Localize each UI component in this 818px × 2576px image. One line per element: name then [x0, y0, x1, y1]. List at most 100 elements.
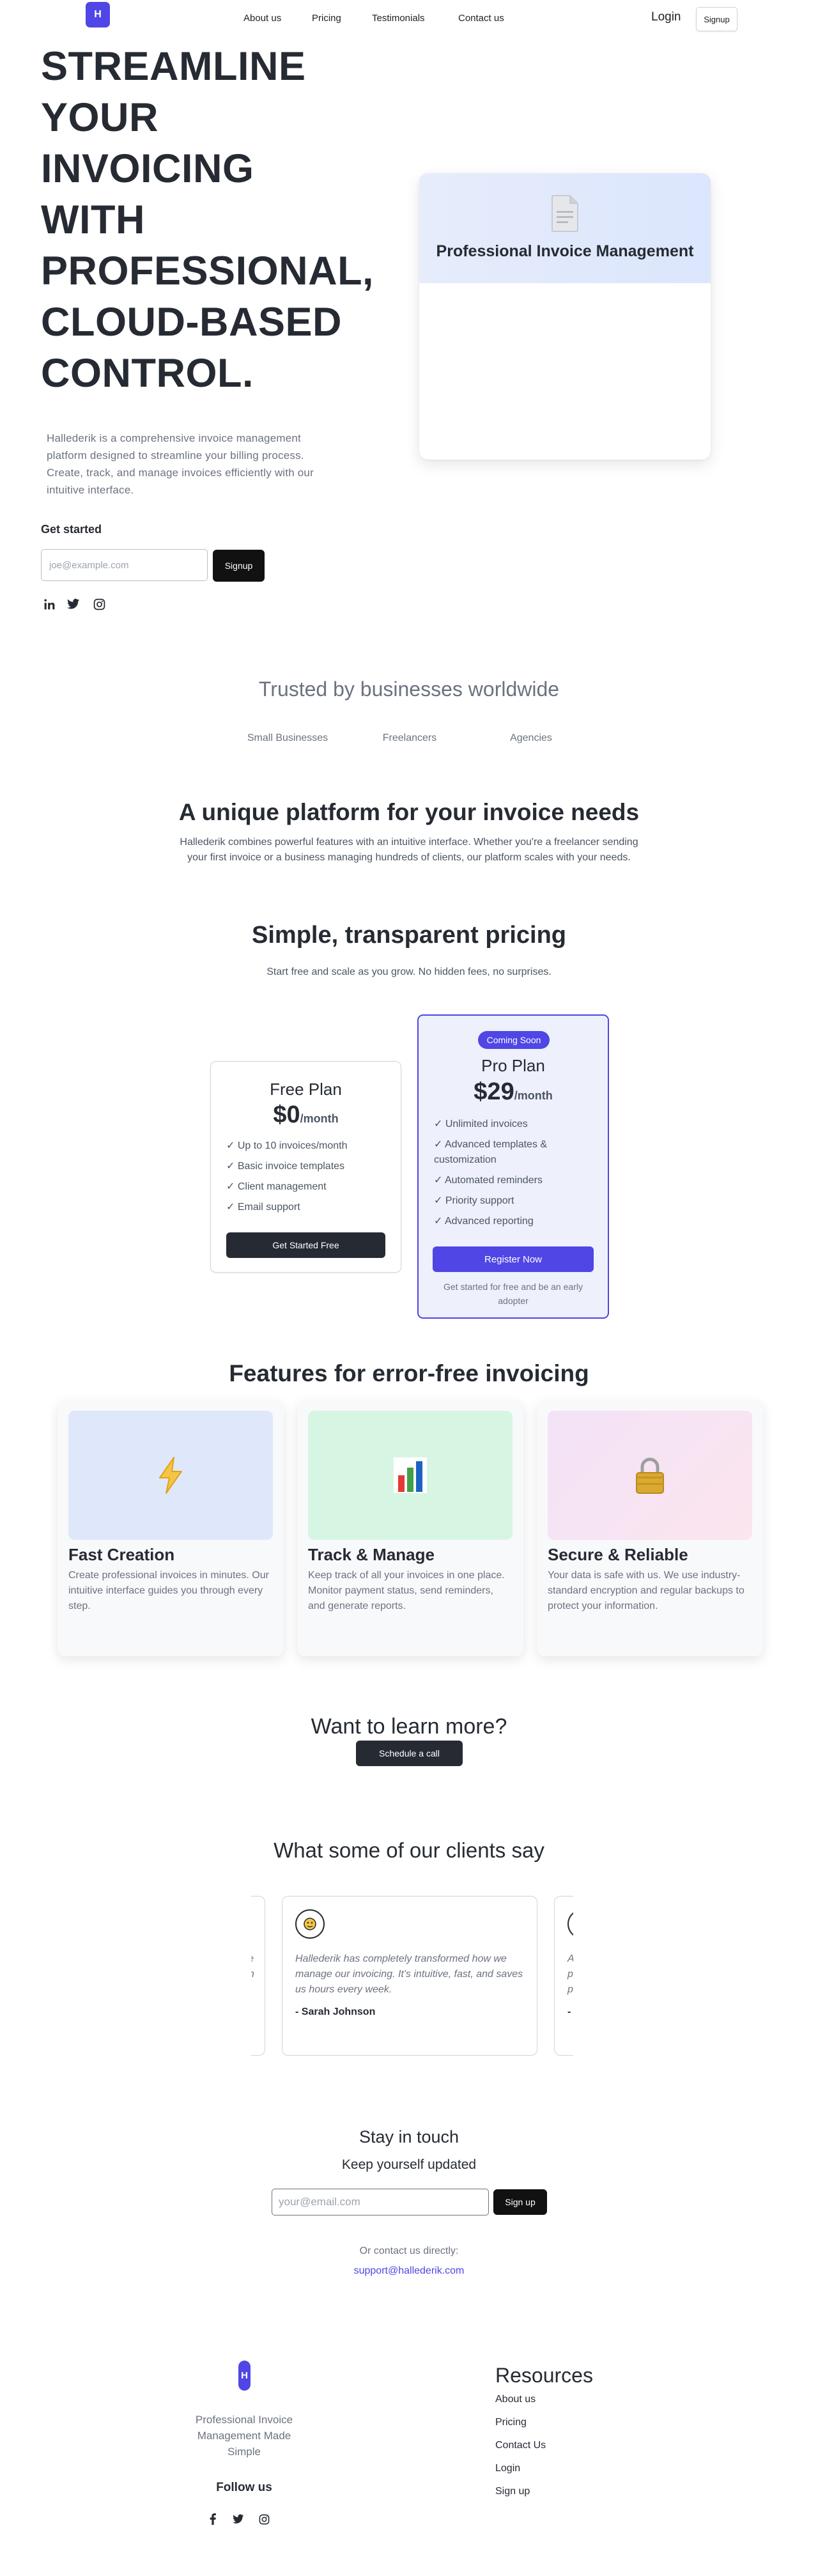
nav-signup-button[interactable]: Signup — [696, 7, 737, 31]
feature-title: Fast Creation — [68, 1545, 175, 1564]
trusted-item: Freelancers — [382, 733, 437, 743]
quote-line: pr — [567, 1984, 573, 1995]
price-amount: $0 — [273, 1101, 300, 1128]
register-now-button[interactable]: Register Now — [433, 1246, 594, 1272]
early-adopter-note: Get started for free and be an early ado… — [444, 1282, 583, 1306]
testimonial-card: As pc pr - I — [554, 1896, 573, 2056]
plan-feature: ✓ Unlimited invoices — [434, 1119, 528, 1129]
trusted-item: Agencies — [510, 733, 552, 743]
instagram-icon[interactable] — [92, 597, 106, 611]
feature-description: Keep track of all your invoices in one p… — [308, 1570, 505, 1611]
plan-feature: ✓ Automated reminders — [434, 1175, 543, 1186]
footer-link-signup[interactable]: Sign up — [495, 2486, 530, 2497]
logo[interactable]: H — [86, 2, 110, 27]
bar-chart-icon — [394, 1457, 427, 1493]
login-link[interactable]: Login — [651, 10, 681, 24]
testimonial-quote-fragment: As pc pr — [567, 1951, 573, 1998]
hero-card-title: Professional Invoice Management — [436, 242, 694, 260]
document-icon — [551, 194, 580, 236]
twitter-icon[interactable] — [66, 597, 81, 611]
plan-name: Free Plan — [270, 1080, 342, 1099]
feature-image — [68, 1411, 273, 1540]
hero-title: STREAMLINE YOUR INVOICING WITH PROFESSIO… — [41, 41, 399, 399]
quote-line: pc — [567, 1969, 573, 1980]
avatar — [567, 1909, 573, 1939]
coming-soon-badge: Coming Soon — [478, 1031, 550, 1049]
feature-image — [308, 1411, 513, 1540]
quote-line: As — [567, 1951, 573, 1967]
feature-description: Your data is safe with us. We use indust… — [548, 1570, 745, 1611]
nav-pricing[interactable]: Pricing — [312, 13, 341, 24]
price-amount: $29 — [474, 1078, 514, 1105]
hero-title-line: INVOICING — [41, 146, 254, 191]
hero-signup-button[interactable]: Signup — [213, 550, 265, 582]
testimonials-title: What some of our clients say — [274, 1838, 544, 1862]
lightning-icon — [159, 1457, 182, 1494]
hero-title-line: PROFESSIONAL, — [41, 249, 374, 293]
plan-feature: ✓ Up to 10 invoices/month — [226, 1140, 348, 1151]
testimonial-card: ve an — [251, 1896, 265, 2056]
price-period: /month — [300, 1112, 339, 1125]
contact-label: Or contact us directly: — [359, 2246, 459, 2256]
facebook-icon[interactable] — [206, 2512, 220, 2526]
resources-title: Resources — [495, 2364, 593, 2387]
feature-image — [548, 1411, 752, 1540]
testimonial-card: Hallederik has completely transformed ho… — [282, 1896, 537, 2056]
hero-title-line: CLOUD-BASED — [41, 300, 342, 345]
feature-card: Track & Manage Keep track of all your in… — [297, 1401, 523, 1656]
quote-line: ve — [251, 1951, 254, 1967]
feature-title: Track & Manage — [308, 1545, 435, 1564]
newsletter-email-input[interactable] — [272, 2189, 489, 2215]
trusted-title: Trusted by businesses worldwide — [258, 678, 560, 701]
avatar — [295, 1909, 325, 1939]
nav-about[interactable]: About us — [243, 13, 281, 24]
feature-description: Create professional invoices in minutes.… — [68, 1570, 269, 1611]
instagram-icon[interactable] — [257, 2512, 271, 2526]
stay-in-touch-subtitle: Keep yourself updated — [341, 2157, 477, 2172]
hero-title-line: WITH — [41, 198, 145, 242]
pro-plan-card: Coming Soon Pro Plan $29/month ✓ Unlimit… — [417, 1014, 609, 1319]
feature-title: Secure & Reliable — [548, 1545, 688, 1564]
hero-title-line: CONTROL. — [41, 351, 254, 396]
plan-name: Pro Plan — [481, 1056, 545, 1075]
plan-feature: ✓ Client management — [226, 1181, 327, 1192]
footer-link-about[interactable]: About us — [495, 2394, 536, 2405]
hero-card: Professional Invoice Management — [419, 173, 711, 460]
twitter-icon[interactable] — [231, 2512, 245, 2526]
support-email-link[interactable]: support@hallederik.com — [0, 2265, 818, 2277]
footer-logo[interactable]: H — [238, 2361, 251, 2391]
testimonial-author: - I — [567, 2006, 573, 2017]
nav-contact[interactable]: Contact us — [458, 13, 504, 24]
unique-title: A unique platform for your invoice needs — [178, 799, 640, 825]
newsletter-signup-button[interactable]: Sign up — [493, 2189, 547, 2215]
plan-feature: ✓ Advanced reporting — [434, 1216, 534, 1227]
feature-card: Fast Creation Create professional invoic… — [58, 1401, 284, 1656]
hero-email-input[interactable] — [41, 549, 208, 581]
pricing-title: Simple, transparent pricing — [252, 922, 566, 949]
testimonial-quote: Hallederik has completely transformed ho… — [295, 1953, 523, 1995]
schedule-call-button[interactable]: Schedule a call — [356, 1741, 463, 1766]
linkedin-icon[interactable] — [42, 597, 56, 611]
hero-title-line: YOUR — [41, 95, 159, 140]
lock-icon — [636, 1457, 664, 1494]
footer-link-login[interactable]: Login — [495, 2463, 520, 2474]
plan-feature: ✓ Email support — [226, 1202, 300, 1213]
follow-us-label: Follow us — [216, 2481, 272, 2494]
get-started-free-button[interactable]: Get Started Free — [226, 1232, 385, 1258]
plan-feature: ✓ Priority support — [434, 1195, 514, 1206]
testimonial-author: - Sarah Johnson — [295, 2006, 376, 2017]
nav-testimonials[interactable]: Testimonials — [372, 13, 425, 24]
pricing-subtitle: Start free and scale as you grow. No hid… — [266, 966, 552, 977]
footer-link-contact[interactable]: Contact Us — [495, 2440, 546, 2451]
price-period: /month — [514, 1089, 553, 1102]
hero-description: Hallederik is a comprehensive invoice ma… — [47, 432, 314, 496]
unique-description: Hallederik combines powerful features wi… — [180, 837, 638, 863]
testimonial-quote-fragment: ve an — [251, 1951, 254, 1982]
plan-feature: ✓ Advanced templates & customization — [434, 1139, 548, 1165]
testimonials-carousel[interactable]: ve an Hallederik has completely transfor… — [251, 1896, 573, 2058]
free-plan-card: Free Plan $0/month ✓ Up to 10 invoices/m… — [210, 1061, 401, 1273]
plan-price: $0/month — [211, 1101, 401, 1129]
features-title: Features for error-free invoicing — [229, 1360, 589, 1386]
trusted-item: Small Businesses — [247, 733, 328, 743]
footer-link-pricing[interactable]: Pricing — [495, 2417, 527, 2428]
